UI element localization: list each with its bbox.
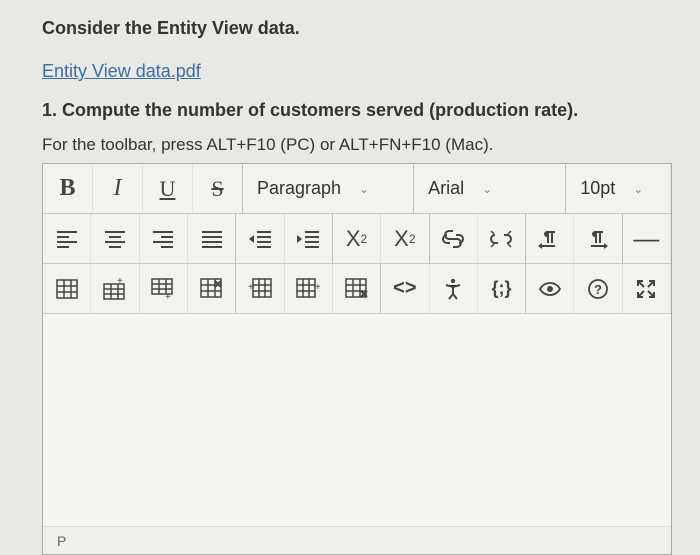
- paragraph-format-label: Paragraph: [257, 178, 341, 199]
- table-col-left-icon: +: [248, 278, 272, 300]
- align-center-button[interactable]: [91, 214, 139, 263]
- prompt-heading: Consider the Entity View data.: [42, 18, 672, 39]
- rich-text-editor: B I U S Paragraph ⌄ Arial ⌄ 10pt ⌄: [42, 163, 672, 555]
- help-button[interactable]: ?: [574, 264, 622, 313]
- table-col-delete-icon: [345, 278, 369, 300]
- code-glyph: <>: [393, 277, 416, 300]
- italic-glyph: I: [114, 175, 122, 202]
- align-left-button[interactable]: [43, 214, 91, 263]
- question-text: 1. Compute the number of customers serve…: [42, 100, 672, 121]
- unlink-icon: [488, 229, 514, 249]
- align-justify-icon: [201, 230, 223, 248]
- rtl-icon: [586, 229, 610, 249]
- table-row-above-icon: +: [103, 278, 127, 300]
- table-col-delete-button[interactable]: [333, 264, 381, 313]
- toolbar-row-3: + + + + <> {;} ?: [43, 264, 671, 314]
- insert-table-button[interactable]: [43, 264, 91, 313]
- chevron-down-icon: ⌄: [359, 182, 369, 196]
- help-icon: ?: [587, 278, 609, 300]
- sub-idx: 2: [409, 232, 416, 246]
- italic-button[interactable]: I: [93, 164, 143, 213]
- outdent-button[interactable]: [236, 214, 284, 263]
- chevron-down-icon: ⌄: [482, 182, 492, 196]
- svg-text:+: +: [165, 292, 171, 300]
- table-row-above-button[interactable]: +: [91, 264, 139, 313]
- html-code-button[interactable]: <>: [381, 264, 429, 313]
- sup-exp: 2: [361, 232, 368, 246]
- font-family-label: Arial: [428, 178, 464, 199]
- toolbar-row-1: B I U S Paragraph ⌄ Arial ⌄ 10pt ⌄: [43, 164, 671, 214]
- accessibility-icon: [443, 278, 463, 300]
- attachment-link[interactable]: Entity View data.pdf: [42, 61, 201, 82]
- preview-icon: [538, 281, 562, 297]
- table-delete-icon: [200, 278, 224, 300]
- paragraph-format-select[interactable]: Paragraph ⌄: [243, 164, 414, 213]
- font-family-select[interactable]: Arial ⌄: [414, 164, 566, 213]
- subscript-button[interactable]: X2: [381, 214, 429, 263]
- align-center-icon: [104, 230, 126, 248]
- table-row-below-button[interactable]: +: [140, 264, 188, 313]
- underline-button[interactable]: U: [143, 164, 193, 213]
- remove-link-button[interactable]: [478, 214, 526, 263]
- editor-content-area[interactable]: P: [43, 314, 671, 554]
- element-path: P: [57, 533, 66, 549]
- table-icon: [56, 279, 78, 299]
- ltr-icon: [538, 229, 562, 249]
- status-bar: P: [43, 526, 671, 554]
- svg-text:?: ?: [594, 282, 602, 297]
- table-row-below-icon: +: [151, 278, 175, 300]
- align-left-icon: [56, 230, 78, 248]
- align-right-button[interactable]: [140, 214, 188, 263]
- align-right-icon: [152, 230, 174, 248]
- fullscreen-button[interactable]: [623, 264, 671, 313]
- css-glyph: {;}: [491, 278, 511, 299]
- align-justify-button[interactable]: [188, 214, 236, 263]
- toolbar-hint: For the toolbar, press ALT+F10 (PC) or A…: [42, 135, 672, 155]
- horizontal-rule-button[interactable]: —: [623, 214, 671, 263]
- table-delete-button[interactable]: [188, 264, 236, 313]
- table-col-right-icon: +: [296, 278, 320, 300]
- dash-glyph: —: [633, 223, 659, 254]
- bold-button[interactable]: B: [43, 164, 93, 213]
- toolbar-row-2: X2 X2 —: [43, 214, 671, 264]
- indent-button[interactable]: [285, 214, 333, 263]
- sup-base: X: [346, 226, 361, 252]
- rtl-button[interactable]: [574, 214, 622, 263]
- strike-glyph: S: [211, 176, 223, 202]
- fullscreen-icon: [636, 279, 656, 299]
- strikethrough-button[interactable]: S: [193, 164, 243, 213]
- underline-glyph: U: [160, 176, 176, 202]
- superscript-button[interactable]: X2: [333, 214, 381, 263]
- table-col-left-button[interactable]: +: [236, 264, 284, 313]
- chevron-down-icon: ⌄: [633, 182, 643, 196]
- accessibility-button[interactable]: [430, 264, 478, 313]
- indent-icon: [296, 230, 320, 248]
- font-size-select[interactable]: 10pt ⌄: [566, 164, 671, 213]
- insert-link-button[interactable]: [430, 214, 478, 263]
- preview-button[interactable]: [526, 264, 574, 313]
- sub-base: X: [394, 226, 409, 252]
- svg-text:+: +: [248, 282, 254, 293]
- css-class-button[interactable]: {;}: [478, 264, 526, 313]
- svg-text:+: +: [315, 282, 320, 293]
- outdent-icon: [248, 230, 272, 248]
- svg-text:+: +: [117, 278, 123, 287]
- font-size-label: 10pt: [580, 178, 615, 199]
- ltr-button[interactable]: [526, 214, 574, 263]
- table-col-right-button[interactable]: +: [285, 264, 333, 313]
- link-icon: [440, 230, 466, 248]
- bold-glyph: B: [59, 175, 75, 202]
